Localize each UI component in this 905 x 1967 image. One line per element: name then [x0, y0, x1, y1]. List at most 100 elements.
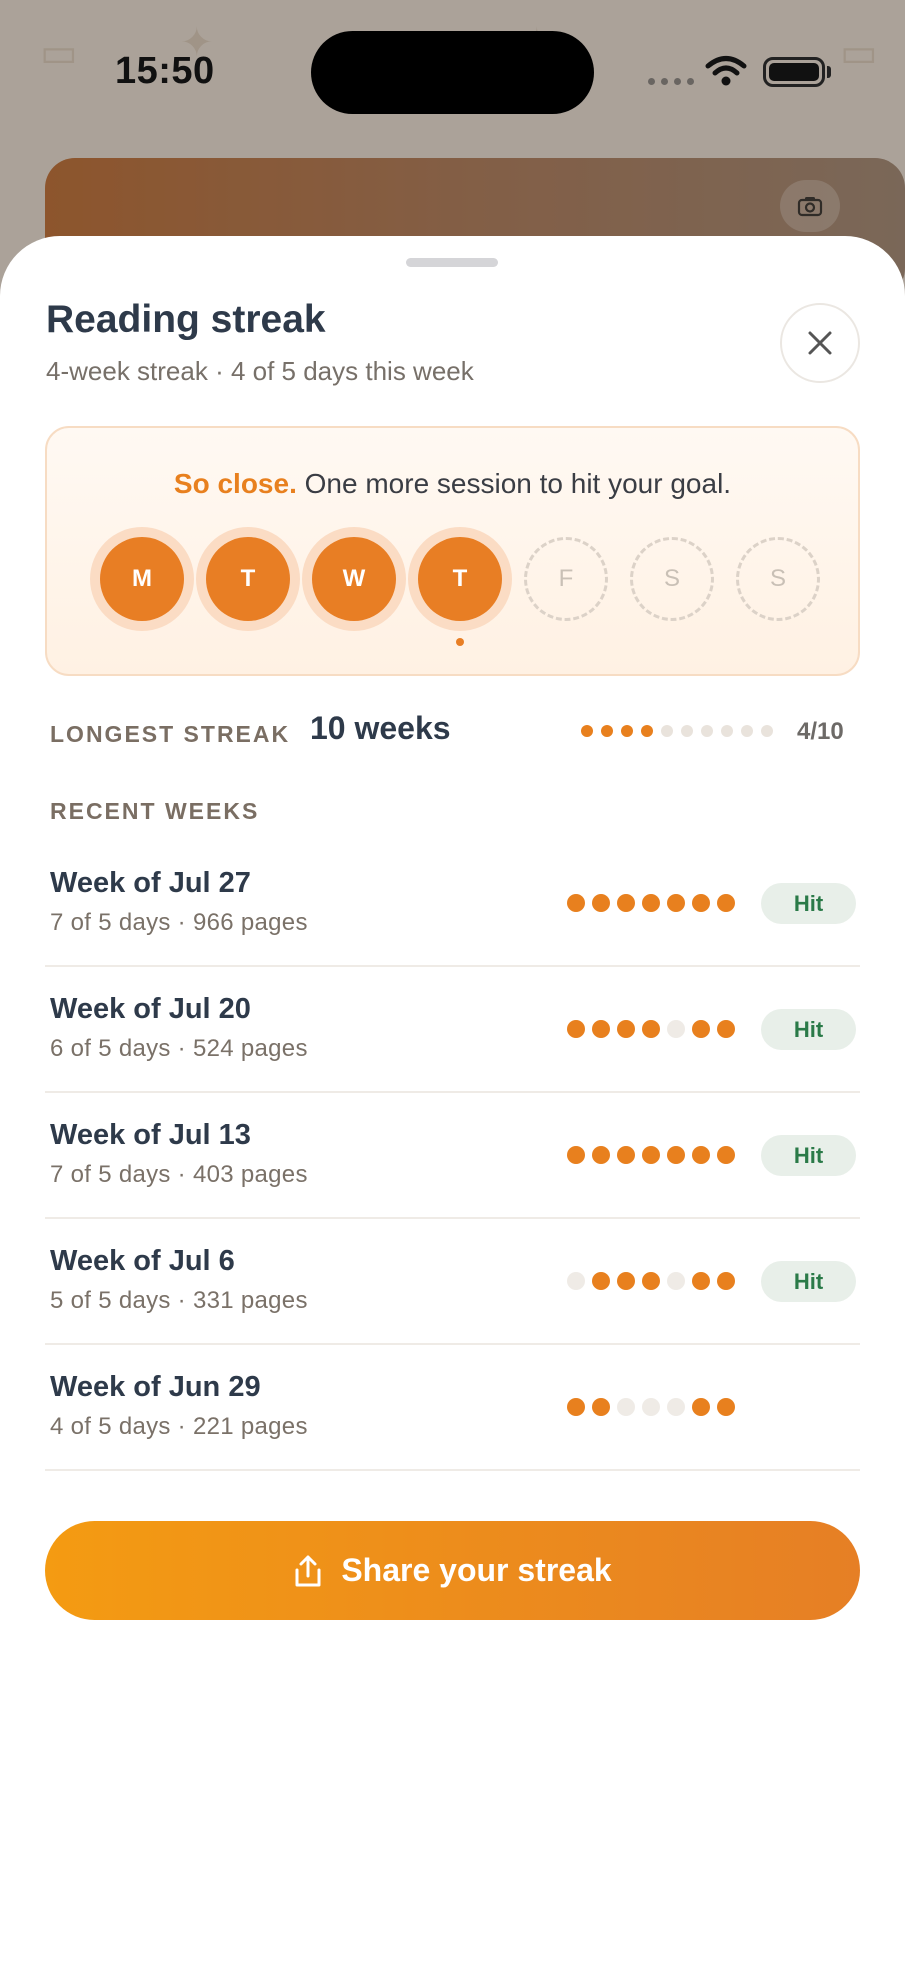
day-dot	[567, 1020, 585, 1038]
day-dot	[642, 1398, 660, 1416]
battery-tip	[827, 66, 831, 78]
day-circle: S	[619, 526, 725, 632]
day-dot	[617, 1146, 635, 1164]
dynamic-island	[311, 31, 594, 114]
progress-dot	[721, 725, 733, 737]
day-dot	[717, 1272, 735, 1290]
goal-accent-text: So close.	[173, 468, 297, 499]
week-title: Week of Jul 6	[50, 1245, 235, 1277]
week-day-dots	[567, 1020, 735, 1038]
longest-streak-progress	[581, 725, 773, 737]
week-row[interactable]: Week of Jul 13 7 of 5 days · 403 pages Hit	[45, 1093, 860, 1219]
day-dot	[692, 1272, 710, 1290]
day-dot	[717, 1146, 735, 1164]
day-dot	[642, 894, 660, 912]
day-dot	[592, 1398, 610, 1416]
hit-badge: Hit	[761, 883, 856, 924]
week-summary: 7 of 5 days · 966 pages	[50, 909, 308, 936]
week-title: Week of Jul 20	[50, 993, 251, 1025]
day-circle: W	[301, 526, 407, 632]
progress-dot	[621, 725, 633, 737]
day-dot	[617, 1398, 635, 1416]
day-dot	[592, 1020, 610, 1038]
week-title: Week of Jul 27	[50, 867, 251, 899]
week-day-tracker: MTWTFSS	[89, 526, 831, 646]
day-dot	[717, 1020, 735, 1038]
day-circle: F	[513, 526, 619, 632]
status-bar: 15:50	[0, 0, 905, 150]
week-row[interactable]: Week of Jun 29 4 of 5 days · 221 pages	[45, 1345, 860, 1471]
day-label: F	[524, 537, 608, 621]
day-circle: S	[725, 526, 831, 632]
sheet-subtitle: 4-week streak · 4 of 5 days this week	[46, 356, 474, 386]
day-dot	[667, 1398, 685, 1416]
battery-icon	[763, 57, 825, 87]
longest-streak-count: 4/10	[797, 718, 844, 745]
day-dot	[592, 894, 610, 912]
progress-dot	[761, 725, 773, 737]
day-dot	[692, 1398, 710, 1416]
recent-weeks-label: RECENT WEEKS	[50, 798, 260, 824]
progress-dot	[681, 725, 693, 737]
day-label: W	[312, 537, 396, 621]
goal-message-text: One more session to hit your goal.	[296, 468, 732, 499]
screen: ▭ ✦ ✦ ▭ 15:50 Reading streak 4-week stre…	[0, 0, 905, 1967]
sheet-grabber[interactable]	[406, 258, 498, 267]
progress-dot	[601, 725, 613, 737]
day-dot	[692, 894, 710, 912]
week-day-dots	[567, 894, 735, 912]
longest-streak-value: 10 weeks	[310, 710, 451, 746]
day-dot	[617, 894, 635, 912]
day-label: S	[630, 537, 714, 621]
goal-message: So close. One more session to hit your g…	[47, 468, 858, 500]
day-label: S	[736, 537, 820, 621]
day-dot	[642, 1146, 660, 1164]
day-dot	[567, 1272, 585, 1290]
streak-sheet: Reading streak 4-week streak · 4 of 5 da…	[0, 236, 905, 1967]
week-summary: 7 of 5 days · 403 pages	[50, 1161, 308, 1188]
day-circle: T	[195, 526, 301, 632]
progress-dot	[661, 725, 673, 737]
progress-dot	[581, 725, 593, 737]
day-dot	[617, 1020, 635, 1038]
sheet-title: Reading streak	[46, 298, 326, 341]
week-summary: 5 of 5 days · 331 pages	[50, 1287, 308, 1314]
share-streak-button[interactable]: Share your streak	[45, 1521, 860, 1620]
wifi-icon	[705, 55, 747, 92]
day-dot	[617, 1272, 635, 1290]
hit-badge: Hit	[761, 1009, 856, 1050]
recent-weeks-list: Week of Jul 27 7 of 5 days · 966 pages Hit…	[45, 841, 860, 1471]
week-row[interactable]: Week of Jul 20 6 of 5 days · 524 pages Hit	[45, 967, 860, 1093]
progress-dot	[741, 725, 753, 737]
day-dot	[692, 1146, 710, 1164]
week-day-dots	[567, 1272, 735, 1290]
day-dot	[717, 894, 735, 912]
day-dot	[667, 1020, 685, 1038]
day-circle: M	[89, 526, 195, 632]
close-button[interactable]	[780, 303, 860, 383]
day-dot	[567, 1146, 585, 1164]
week-summary: 4 of 5 days · 221 pages	[50, 1413, 308, 1440]
day-dot	[692, 1020, 710, 1038]
progress-dot	[641, 725, 653, 737]
share-button-label: Share your streak	[341, 1552, 612, 1588]
day-dot	[567, 894, 585, 912]
week-row[interactable]: Week of Jul 27 7 of 5 days · 966 pages Hit	[45, 841, 860, 967]
day-dot	[717, 1398, 735, 1416]
day-label: M	[100, 537, 184, 621]
day-dot	[592, 1272, 610, 1290]
day-label: T	[206, 537, 290, 621]
close-icon	[808, 331, 832, 355]
goal-card: So close. One more session to hit your g…	[45, 426, 860, 676]
day-dot	[642, 1020, 660, 1038]
day-label: T	[418, 537, 502, 621]
longest-streak-label: LONGEST STREAK	[50, 721, 291, 747]
day-dot	[667, 1272, 685, 1290]
hit-badge: Hit	[761, 1261, 856, 1302]
cellular-signal-icon	[648, 78, 694, 85]
day-dot	[567, 1398, 585, 1416]
week-row[interactable]: Week of Jul 6 5 of 5 days · 331 pages Hit	[45, 1219, 860, 1345]
day-dot	[667, 1146, 685, 1164]
week-title: Week of Jun 29	[50, 1371, 261, 1403]
share-icon	[295, 1555, 321, 1586]
